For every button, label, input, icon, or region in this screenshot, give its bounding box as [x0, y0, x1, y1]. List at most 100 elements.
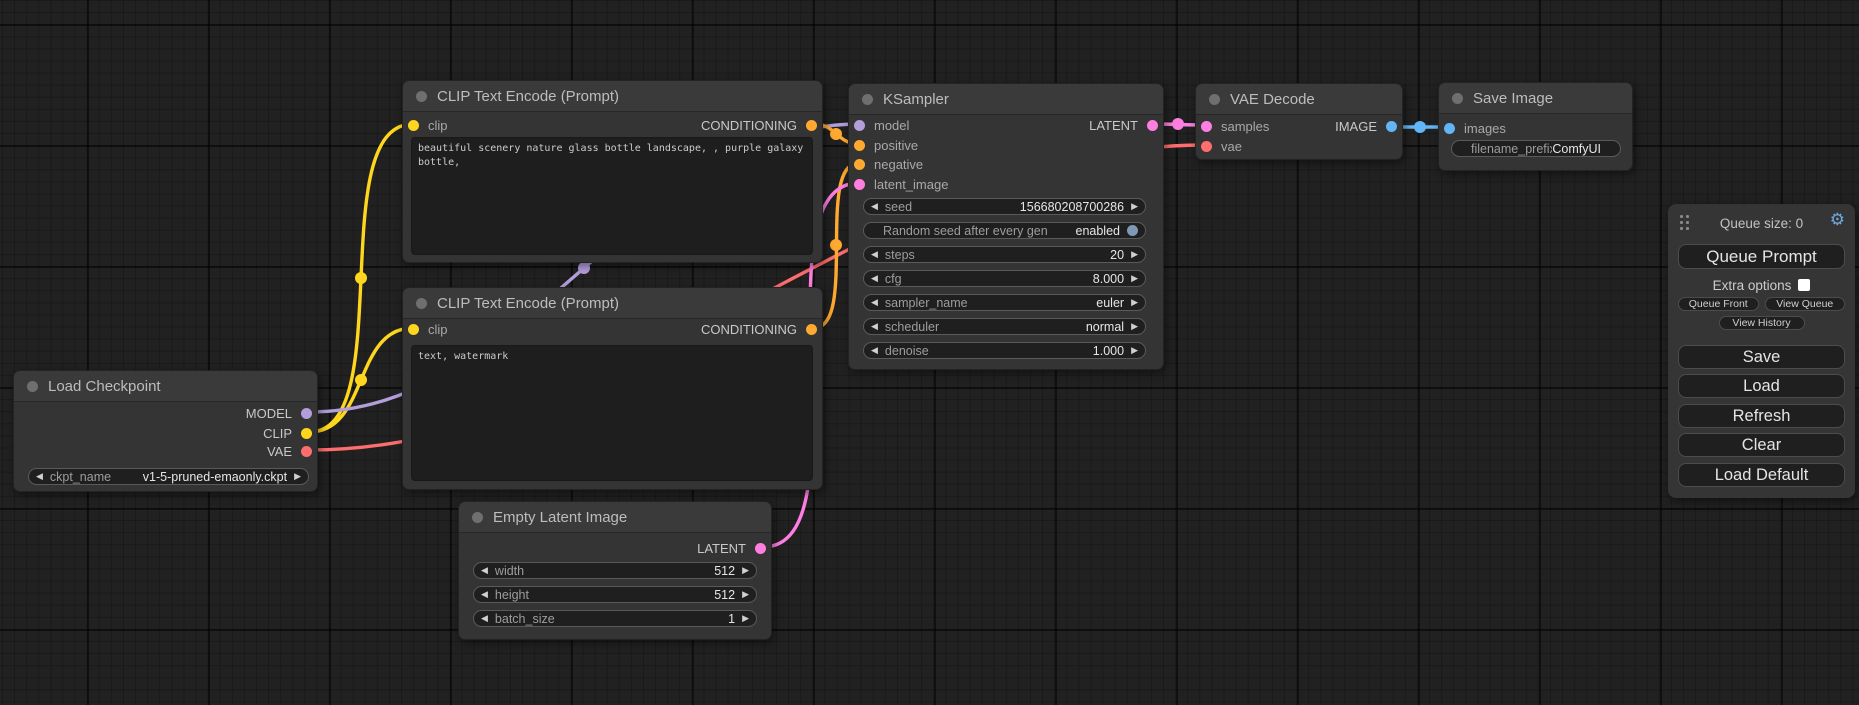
decrement-arrow-icon[interactable]: ◀	[871, 298, 878, 307]
widget-label: Random seed after every gen	[883, 224, 1048, 238]
increment-arrow-icon[interactable]: ▶	[1131, 274, 1138, 283]
positive-prompt-textarea[interactable]: beautiful scenery nature glass bottle la…	[411, 137, 813, 255]
model-output-dot[interactable]	[301, 408, 312, 419]
decrement-arrow-icon[interactable]: ◀	[481, 590, 488, 599]
height-widget[interactable]: ◀ height 512 ▶	[473, 586, 757, 603]
decrement-arrow-icon[interactable]: ◀	[871, 322, 878, 331]
extra-options-checkbox[interactable]	[1798, 279, 1810, 291]
output-slot-latent: LATENT	[849, 115, 1163, 136]
increment-arrow-icon[interactable]: ▶	[1131, 322, 1138, 331]
collapse-dot-icon[interactable]	[27, 381, 38, 392]
increment-arrow-icon[interactable]: ▶	[1131, 346, 1138, 355]
queue-prompt-button[interactable]: Queue Prompt	[1678, 244, 1845, 269]
seed-widget[interactable]: ◀ seed 156680208700286 ▶	[863, 198, 1146, 215]
output-slot-vae: VAE	[14, 441, 317, 462]
conditioning-output-dot[interactable]	[806, 120, 817, 131]
widget-value: euler	[1096, 296, 1124, 310]
refresh-button[interactable]: Refresh	[1678, 404, 1845, 428]
link-midpoint-dot	[355, 374, 367, 386]
decrement-arrow-icon[interactable]: ◀	[481, 614, 488, 623]
denoise-widget[interactable]: ◀ denoise 1.000 ▶	[863, 342, 1146, 359]
decrement-arrow-icon[interactable]: ◀	[871, 202, 878, 211]
widget-value: 8.000	[1093, 272, 1124, 286]
node-title: Load Checkpoint	[48, 378, 161, 395]
extra-options-label: Extra options	[1713, 278, 1792, 293]
drag-handle-icon[interactable]	[1680, 215, 1689, 230]
vae-input-dot[interactable]	[1201, 141, 1212, 152]
load-button[interactable]: Load	[1678, 374, 1845, 398]
collapse-dot-icon[interactable]	[862, 94, 873, 105]
sampler-name-widget[interactable]: ◀ sampler_name euler ▶	[863, 294, 1146, 311]
width-widget[interactable]: ◀ width 512 ▶	[473, 562, 757, 579]
load-default-button[interactable]: Load Default	[1678, 463, 1845, 487]
images-input-dot[interactable]	[1444, 123, 1455, 134]
queue-front-button[interactable]: Queue Front	[1678, 297, 1759, 311]
gear-icon[interactable]: ⚙	[1830, 211, 1845, 228]
negative-input-dot[interactable]	[854, 159, 865, 170]
ckpt-name-widget[interactable]: ◀ ckpt_name v1-5-pruned-emaonly.ckpt ▶	[28, 468, 309, 485]
scheduler-widget[interactable]: ◀ scheduler normal ▶	[863, 318, 1146, 335]
collapse-dot-icon[interactable]	[416, 298, 427, 309]
save-button[interactable]: Save	[1678, 345, 1845, 369]
latent-image-input-dot[interactable]	[854, 179, 865, 190]
increment-arrow-icon[interactable]: ▶	[742, 614, 749, 623]
decrement-arrow-icon[interactable]: ◀	[871, 250, 878, 259]
link-midpoint-dot	[830, 128, 842, 140]
node-title: KSampler	[883, 91, 949, 108]
steps-widget[interactable]: ◀ steps 20 ▶	[863, 246, 1146, 263]
vae-output-dot[interactable]	[301, 446, 312, 457]
clip-output-dot[interactable]	[301, 428, 312, 439]
random-seed-toggle-widget[interactable]: Random seed after every gen enabled	[863, 222, 1146, 239]
input-slot-images: images	[1439, 118, 1632, 139]
node-clip-text-encode-positive: CLIP Text Encode (Prompt) clip CONDITION…	[402, 80, 823, 263]
node-titlebar[interactable]: Save Image	[1439, 83, 1632, 114]
widget-label: scheduler	[885, 320, 939, 334]
increment-arrow-icon[interactable]: ▶	[294, 472, 301, 481]
view-history-button[interactable]: View History	[1719, 316, 1805, 330]
increment-arrow-icon[interactable]: ▶	[1131, 202, 1138, 211]
clear-button[interactable]: Clear	[1678, 433, 1845, 457]
conditioning-output-dot[interactable]	[806, 324, 817, 335]
decrement-arrow-icon[interactable]: ◀	[871, 346, 878, 355]
increment-arrow-icon[interactable]: ▶	[742, 590, 749, 599]
collapse-dot-icon[interactable]	[1209, 94, 1220, 105]
increment-arrow-icon[interactable]: ▶	[1131, 298, 1138, 307]
widget-label: sampler_name	[885, 296, 968, 310]
slot-label: positive	[874, 138, 918, 153]
filename-prefix-widget[interactable]: filename_prefix ComfyUI	[1451, 140, 1621, 157]
latent-output-dot[interactable]	[1147, 120, 1158, 131]
input-slot-latent-image: latent_image	[849, 174, 1163, 195]
slot-label: CONDITIONING	[701, 322, 797, 337]
decrement-arrow-icon[interactable]: ◀	[481, 566, 488, 575]
latent-output-dot[interactable]	[755, 543, 766, 554]
node-titlebar[interactable]: Load Checkpoint	[14, 371, 317, 402]
node-titlebar[interactable]: Empty Latent Image	[459, 502, 771, 533]
decrement-arrow-icon[interactable]: ◀	[871, 274, 878, 283]
node-titlebar[interactable]: VAE Decode	[1196, 84, 1402, 115]
output-slot-conditioning: CONDITIONING	[403, 115, 822, 136]
toggle-dot[interactable]	[1127, 225, 1138, 236]
view-queue-button[interactable]: View Queue	[1765, 297, 1846, 311]
node-ksampler: KSampler model LATENT positive negative …	[848, 83, 1164, 370]
cfg-widget[interactable]: ◀ cfg 8.000 ▶	[863, 270, 1146, 287]
node-graph-canvas[interactable]: Load Checkpoint MODEL CLIP VAE ◀ ckpt_na…	[0, 0, 1859, 705]
link-midpoint-dot	[1414, 121, 1426, 133]
batch-size-widget[interactable]: ◀ batch_size 1 ▶	[473, 610, 757, 627]
node-titlebar[interactable]: CLIP Text Encode (Prompt)	[403, 81, 822, 112]
extra-options-row: Extra options	[1678, 278, 1845, 292]
positive-input-dot[interactable]	[854, 140, 865, 151]
increment-arrow-icon[interactable]: ▶	[1131, 250, 1138, 259]
decrement-arrow-icon[interactable]: ◀	[36, 472, 43, 481]
negative-prompt-textarea[interactable]: text, watermark	[411, 345, 813, 481]
increment-arrow-icon[interactable]: ▶	[742, 566, 749, 575]
image-output-dot[interactable]	[1386, 121, 1397, 132]
collapse-dot-icon[interactable]	[1452, 93, 1463, 104]
node-titlebar[interactable]: CLIP Text Encode (Prompt)	[403, 288, 822, 319]
node-titlebar[interactable]: KSampler	[849, 84, 1163, 115]
input-slot-positive: positive	[849, 135, 1163, 156]
collapse-dot-icon[interactable]	[472, 512, 483, 523]
collapse-dot-icon[interactable]	[416, 91, 427, 102]
slot-label: IMAGE	[1335, 119, 1377, 134]
slot-label: MODEL	[246, 406, 292, 421]
output-slot-model: MODEL	[14, 403, 317, 424]
